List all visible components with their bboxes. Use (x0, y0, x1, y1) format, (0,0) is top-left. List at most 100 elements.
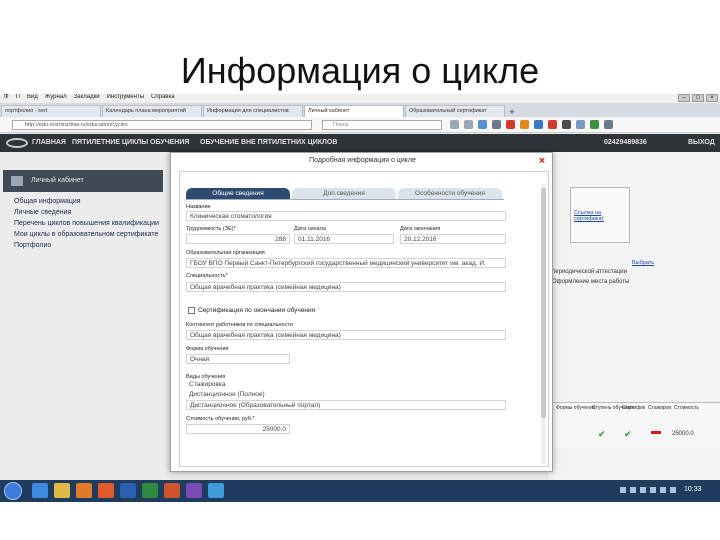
browser-tab[interactable]: портфолио - sert (1, 105, 101, 117)
bg-table-cost: 25000.0 (672, 431, 694, 437)
tab-divider (186, 199, 504, 200)
addon-icon[interactable] (534, 120, 543, 129)
home-icon[interactable] (492, 120, 501, 129)
minus-icon (651, 431, 661, 434)
tray-icon[interactable] (660, 487, 666, 493)
modal-scrollbar[interactable] (541, 184, 546, 464)
menu-item-view[interactable]: Вид (27, 94, 38, 103)
sidebar-item-personal[interactable]: Личные сведения (14, 209, 159, 220)
tray-icon[interactable] (620, 487, 626, 493)
nav-outside-cycles[interactable]: ОБУЧЕНИЕ ВНЕ ПЯТИЛЕТНИХ ЦИКЛОВ (200, 139, 337, 146)
cabinet-label: Личный кабинет (31, 177, 84, 184)
menu-item-help[interactable]: Справка (151, 94, 175, 103)
addon-icon[interactable] (576, 120, 585, 129)
spec-label: Специальность* (186, 273, 228, 279)
start-button-icon[interactable] (4, 482, 22, 500)
browser-tab-active[interactable]: Личный кабинет (304, 105, 404, 117)
taskbar-clock[interactable]: 10:33 (684, 486, 702, 493)
star-icon[interactable] (450, 120, 459, 129)
new-tab-icon[interactable]: + (505, 107, 519, 117)
slide-title: Информация о цикле (180, 50, 540, 91)
end-date-label: Дата окончания (400, 226, 441, 232)
bookmark-icon[interactable] (464, 120, 473, 129)
addon-icon[interactable] (548, 120, 557, 129)
word-icon[interactable] (120, 483, 136, 498)
toolbar-icons (450, 120, 613, 129)
app-icon[interactable] (186, 483, 202, 498)
hours-label: Трудоемкость (ЗЕ)* (186, 226, 236, 232)
close-window-icon[interactable]: × (706, 94, 718, 102)
download-icon[interactable] (478, 120, 487, 129)
browser-tab[interactable]: Информация для специалистов (203, 105, 303, 117)
menu-item-tools[interactable]: Инструменты (107, 94, 144, 103)
menu-item-edit[interactable]: П (16, 94, 20, 103)
tray-icon[interactable] (640, 487, 646, 493)
sidebar-item-my-cycles[interactable]: Мои циклы в образовательном сертификате (14, 231, 159, 242)
tray-icon[interactable] (650, 487, 656, 493)
menu-icon[interactable] (604, 120, 613, 129)
tab-additional[interactable]: Доп.сведения (292, 188, 396, 199)
hours-field[interactable]: 288 (186, 234, 290, 244)
url-input[interactable]: http://edu.rosminzdrav.ru/education/cycl… (12, 120, 312, 130)
start-date-field[interactable]: 01.11.2016 (294, 234, 394, 244)
cabinet-header[interactable]: Личный кабинет (3, 170, 163, 192)
close-icon[interactable]: × (537, 156, 547, 167)
check-icon: ✔ (598, 429, 606, 439)
feature-item: Дистанционное (Полное) (186, 390, 506, 400)
screenshot: Ф П Вид Журнал Закладки Инструменты Спра… (0, 94, 720, 502)
name-field[interactable]: Клиническая стоматология (186, 211, 506, 221)
tab-general[interactable]: Общие сведения (186, 188, 290, 199)
menu-item-history[interactable]: Журнал (45, 94, 67, 103)
contingent-field[interactable]: Общая врачебная практика (семейная медиц… (186, 330, 506, 340)
browser-tab[interactable]: Образовательный сертификат (405, 105, 505, 117)
firefox-icon[interactable] (98, 483, 114, 498)
addon-icon[interactable] (520, 120, 529, 129)
nav-five-year-cycles[interactable]: ПЯТИЛЕТНИЕ ЦИКЛЫ ОБУЧЕНИЯ (72, 139, 189, 146)
spec-field[interactable]: Общая врачебная практика (семейная медиц… (186, 282, 506, 292)
minimize-icon[interactable]: – (678, 94, 690, 102)
cost-label: Стоимость обучения, руб.* (186, 416, 255, 422)
addon-icon[interactable] (590, 120, 599, 129)
tab-features[interactable]: Особенности обучения (398, 188, 502, 199)
cost-field[interactable]: 25000.0 (186, 424, 290, 434)
nav-home[interactable]: ГЛАВНАЯ (32, 139, 66, 146)
addon-icon[interactable] (506, 120, 515, 129)
menu-item-bookmarks[interactable]: Закладки (74, 94, 100, 103)
modal-body: Общие сведения Доп.сведения Особенности … (179, 171, 549, 467)
org-field[interactable]: ГБОУ ВПО Первый Санкт-Петербургский госу… (186, 258, 506, 268)
certificate-link[interactable]: Ссылка на сертификат (574, 210, 629, 222)
form-field[interactable]: Очная (186, 354, 290, 364)
sidebar-item-general[interactable]: Общая информация (14, 198, 159, 209)
menu-item-file[interactable]: Ф (4, 94, 9, 103)
search-input[interactable]: Поиск (322, 120, 442, 130)
excel-icon[interactable] (142, 483, 158, 498)
end-date-field[interactable]: 20.12.2016 (400, 234, 506, 244)
addon-icon[interactable] (562, 120, 571, 129)
site-logo-icon[interactable] (6, 138, 28, 148)
media-icon[interactable] (76, 483, 92, 498)
tray-icon[interactable] (630, 487, 636, 493)
browser-menubar: Ф П Вид Журнал Закладки Инструменты Спра… (0, 94, 720, 103)
choose-link[interactable]: Выбрать (632, 260, 654, 266)
folder-icon[interactable] (54, 483, 70, 498)
browser-tab[interactable]: Календарь плана мероприятий (102, 105, 202, 117)
certificate-box: Ссылка на сертификат (570, 187, 630, 243)
feature-item: Дистанционное (Образовательный портал) (186, 400, 506, 410)
taskbar-apps (32, 483, 224, 498)
name-label: Название (186, 204, 211, 210)
scrollbar-thumb[interactable] (541, 188, 546, 418)
logout-link[interactable]: ВЫХОД (688, 139, 715, 146)
certification-checkbox[interactable] (188, 307, 195, 314)
maximize-icon[interactable]: □ (692, 94, 704, 102)
site-header: ГЛАВНАЯ ПЯТИЛЕТНИЕ ЦИКЛЫ ОБУЧЕНИЯ ОБУЧЕН… (0, 134, 720, 152)
app-icon[interactable] (208, 483, 224, 498)
tray-icon[interactable] (670, 487, 676, 493)
contingent-label: Контингент работников по специальности (186, 322, 293, 328)
certification-label: Сертификация по окончании обучения (198, 307, 316, 314)
ie-icon[interactable] (32, 483, 48, 498)
bg-table-header: Формы обучения (556, 405, 596, 411)
sidebar-item-portfolio[interactable]: Портфолио (14, 242, 159, 253)
bg-text-attestation: периодической аттестации (552, 269, 627, 275)
sidebar-item-cycles-list[interactable]: Перечень циклов повышения квалификации (14, 220, 159, 231)
powerpoint-icon[interactable] (164, 483, 180, 498)
